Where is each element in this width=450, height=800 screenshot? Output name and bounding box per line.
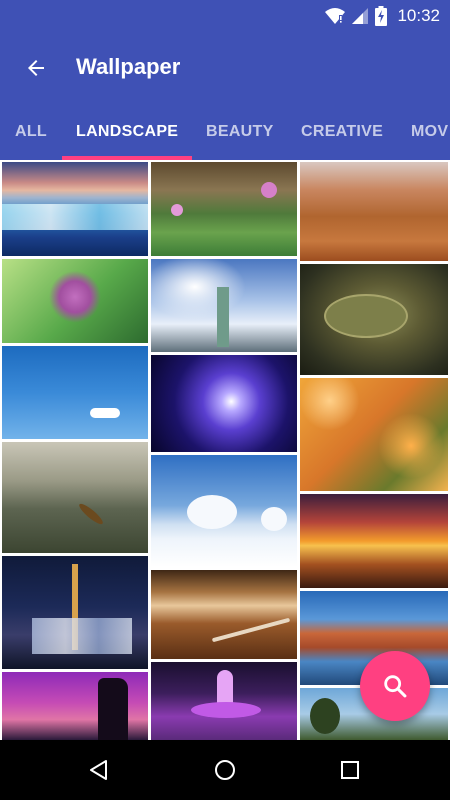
tab-landscape[interactable]: LANDSCAPE <box>76 104 178 160</box>
tab-movie[interactable]: MOV <box>411 104 448 160</box>
wallpaper-thumbnail[interactable] <box>151 355 297 452</box>
nav-back-button[interactable] <box>79 750 119 790</box>
wallpaper-thumbnail[interactable] <box>151 259 297 352</box>
tab-beauty[interactable]: BEAUTY <box>206 104 274 160</box>
page-title: Wallpaper <box>76 54 181 79</box>
status-time: 10:32 <box>397 6 440 25</box>
wallpaper-thumbnail[interactable] <box>300 162 448 261</box>
wallpaper-thumbnail[interactable] <box>2 259 148 343</box>
wallpaper-thumbnail[interactable] <box>2 346 148 439</box>
tab-all[interactable]: ALL <box>15 104 47 160</box>
square-recents-icon <box>341 761 359 779</box>
status-bar: 10:32 <box>0 0 450 32</box>
system-nav-bar <box>0 740 450 800</box>
wallpaper-thumbnail[interactable] <box>300 264 448 375</box>
search-button[interactable] <box>360 651 430 721</box>
wallpaper-thumbnail[interactable] <box>2 442 148 553</box>
wallpaper-thumbnail[interactable] <box>2 672 148 740</box>
signal-icon <box>352 8 369 24</box>
wallpaper-thumbnail[interactable] <box>151 455 297 567</box>
search-icon <box>384 675 407 698</box>
circle-home-icon <box>215 760 235 780</box>
wallpaper-thumbnail[interactable] <box>151 570 297 659</box>
battery-icon <box>375 6 388 26</box>
arrow-left-icon <box>28 60 44 76</box>
nav-recents-button[interactable] <box>330 750 370 790</box>
nav-home-button[interactable] <box>205 750 245 790</box>
wallpaper-thumbnail[interactable] <box>151 662 297 740</box>
status-icons: 10:32 <box>325 0 440 32</box>
wallpaper-thumbnail[interactable] <box>2 556 148 669</box>
back-button[interactable] <box>16 46 56 90</box>
wallpaper-thumbnail[interactable] <box>151 162 297 256</box>
triangle-back-icon <box>90 760 107 780</box>
app-bar: Wallpaper <box>0 32 450 104</box>
tab-creative[interactable]: CREATIVE <box>301 104 383 160</box>
wallpaper-thumbnail[interactable] <box>300 494 448 588</box>
wallpaper-thumbnail[interactable] <box>300 378 448 491</box>
wifi-icon <box>325 8 346 24</box>
wallpaper-thumbnail[interactable] <box>2 162 148 256</box>
category-tabs: ALL LANDSCAPE BEAUTY CREATIVE MOV <box>0 104 450 160</box>
